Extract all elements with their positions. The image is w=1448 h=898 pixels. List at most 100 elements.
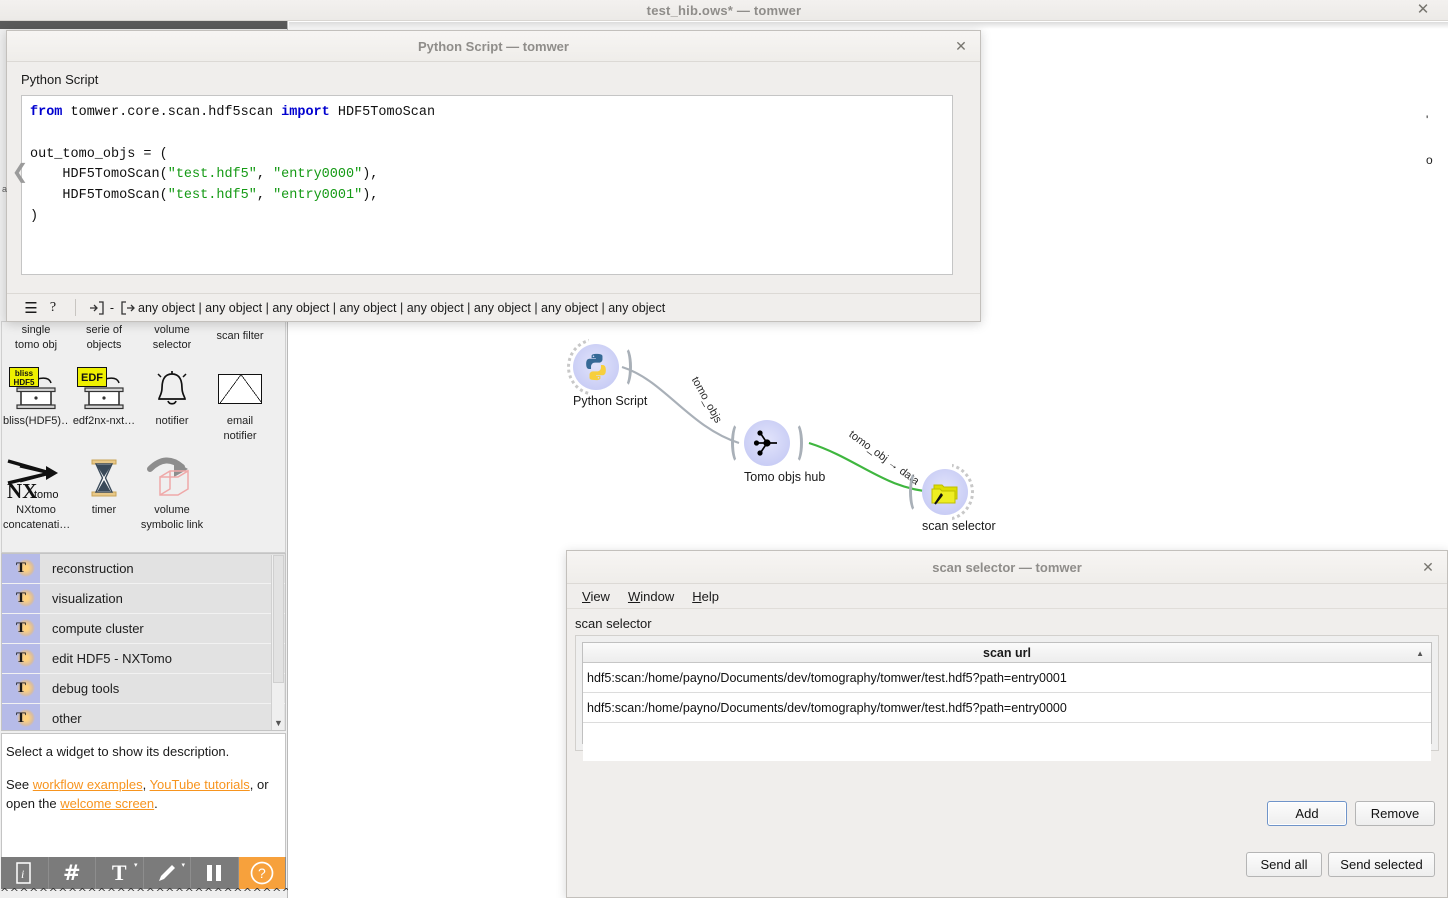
menu-view[interactable]: View	[573, 586, 619, 607]
edge-label-tomo-objs: tomo_objs	[688, 374, 724, 426]
code-token: "entry0001"	[273, 188, 363, 204]
widget-nxtomo-concatenate[interactable]: NX tomo NXtomo concatenati…	[2, 454, 70, 531]
widget-label: scan filter	[216, 330, 264, 342]
widget-description-pane: Select a widget to show its description.…	[1, 733, 286, 876]
widget-single-tomo-obj[interactable]: single tomo obj	[2, 322, 70, 351]
table-row[interactable]: hdf5:scan:/home/payno/Documents/dev/tomo…	[583, 693, 1431, 723]
scrollbar-thumb[interactable]	[273, 555, 284, 683]
sidebar-item-reconstruction[interactable]: T reconstruction	[2, 554, 285, 584]
collapse-sidebar-chevron-icon[interactable]: ❮	[8, 151, 32, 191]
input-signal-icon[interactable]	[86, 300, 106, 315]
pause-icon[interactable]	[191, 857, 239, 889]
widget-label: selector	[152, 338, 192, 351]
sidebar-item-other[interactable]: T other	[2, 704, 285, 730]
node-tomo-objs-hub[interactable]: Tomo objs hub	[731, 420, 825, 484]
scan-selector-node-circle[interactable]	[909, 463, 974, 521]
signal-flow-text: any object | any object | any object | a…	[138, 300, 666, 315]
grid-glyph: #	[62, 861, 81, 885]
link-welcome-screen[interactable]: welcome screen	[60, 796, 154, 811]
code-token: "test.hdf5"	[167, 167, 257, 183]
node-output-bracket[interactable]	[618, 346, 632, 388]
node-output-bracket[interactable]	[789, 422, 803, 464]
reconstruction-icon: T	[2, 554, 40, 583]
scroll-down-arrow-icon[interactable]: ▼	[272, 717, 285, 730]
menu-hamburger-icon[interactable]: ☰	[21, 299, 41, 317]
code-token: tomwer.core.scan.hdf5scan	[62, 105, 282, 120]
edf-tag: EDF	[77, 367, 107, 387]
widget-timer[interactable]: timer	[70, 454, 138, 531]
table-empty-area[interactable]	[583, 723, 1431, 761]
chevron-down-icon[interactable]: ▾	[134, 861, 138, 869]
close-icon[interactable]: ✕	[1406, 0, 1440, 21]
code-token: HDF5TomoScan(	[30, 167, 168, 183]
add-button[interactable]: Add	[1267, 801, 1347, 826]
sidebar-item-label: edit HDF5 - NXTomo	[52, 651, 172, 666]
table-row[interactable]: hdf5:scan:/home/payno/Documents/dev/tomo…	[583, 663, 1431, 693]
description-line2: See workflow examples, YouTube tutorials…	[6, 775, 281, 813]
widget-label: bliss(HDF5)…	[3, 415, 69, 427]
node-scan-selector[interactable]: scan selector	[909, 463, 996, 533]
cat-glyph: T	[15, 560, 26, 576]
help-icon[interactable]: ?	[238, 857, 286, 889]
sidebar-item-edit-hdf5-nxtomo[interactable]: T edit HDF5 - NXTomo	[2, 644, 285, 674]
widget-icon-grid: single tomo obj serie of objects volume …	[1, 321, 286, 553]
grid-icon[interactable]: #	[48, 857, 96, 889]
sidebar-item-compute-cluster[interactable]: T compute cluster	[2, 614, 285, 644]
category-scrollbar[interactable]: ▼	[271, 555, 285, 730]
python-dialog-statusbar: ☰ ? - any object | any object | any obje…	[7, 293, 980, 321]
widget-scan-filter[interactable]: scan filter	[206, 322, 274, 351]
node-input-bracket[interactable]	[909, 471, 923, 513]
python-code-editor[interactable]: from tomwer.core.scan.hdf5scan import HD…	[21, 95, 953, 275]
remove-button[interactable]: Remove	[1355, 801, 1435, 826]
menu-help[interactable]: Help	[683, 586, 728, 607]
code-token: "entry0000"	[273, 167, 363, 183]
node-input-bracket[interactable]	[731, 422, 745, 464]
widget-volume-selector[interactable]: volume selector	[138, 322, 206, 351]
see-prefix: See	[6, 777, 33, 792]
text-tool-icon[interactable]: T ▾	[96, 857, 144, 889]
chevron-down-icon[interactable]: ▾	[181, 861, 185, 869]
widget-volume-symbolic-link[interactable]: volume symbolic link	[138, 454, 206, 531]
python-dialog-title: Python Script — tomwer	[418, 39, 569, 54]
sidebar-item-debug-tools[interactable]: T debug tools	[2, 674, 285, 704]
cat-glyph: T	[15, 590, 26, 606]
link-youtube-tutorials[interactable]: YouTube tutorials	[150, 777, 250, 792]
hub-node-circle[interactable]	[731, 420, 803, 466]
sidebar-bottom-toolbar: i # T ▾ ▾ ?	[1, 857, 286, 889]
nxtomo-concatenate-icon: NX tomo	[7, 459, 58, 501]
send-all-button[interactable]: Send all	[1246, 852, 1322, 877]
link-workflow-examples[interactable]: workflow examples	[33, 777, 143, 792]
widget-serie-of-objects[interactable]: serie of objects	[70, 322, 138, 351]
widget-email-notifier[interactable]: email notifier	[206, 365, 274, 442]
info-icon[interactable]: i	[1, 857, 49, 889]
add-remove-button-row: Add Remove	[1267, 801, 1435, 826]
menu-help-mnemonic: H	[692, 588, 702, 604]
python-node-circle[interactable]	[567, 338, 632, 396]
code-token: HDF5TomoScan	[329, 105, 436, 120]
close-icon[interactable]: ✕	[1417, 557, 1439, 578]
menu-window[interactable]: Window	[619, 586, 683, 607]
scan-selector-section-label: scan selector	[575, 616, 652, 631]
output-signal-icon[interactable]	[118, 300, 138, 315]
close-icon[interactable]: ✕	[950, 36, 972, 57]
python-dialog-titlebar[interactable]: Python Script — tomwer ✕	[7, 31, 980, 62]
hub-icon	[753, 430, 777, 456]
pen-tool-icon[interactable]: ▾	[143, 857, 191, 889]
widget-label: objects	[86, 338, 122, 351]
sort-ascending-icon[interactable]: ▲	[1416, 649, 1424, 658]
help-question-icon[interactable]: ?	[41, 300, 65, 316]
scan-url-column-header[interactable]: scan url ▲	[583, 643, 1431, 663]
widget-bliss-hdf5[interactable]: bliss HDF5 bliss(HDF5)…	[2, 365, 70, 442]
widget-edf2nx[interactable]: EDF edf2nx-nxt…	[70, 365, 138, 442]
statusbar-dash: -	[109, 300, 115, 315]
widget-notifier[interactable]: notifier	[138, 365, 206, 442]
send-selected-button[interactable]: Send selected	[1328, 852, 1435, 877]
scan-selector-titlebar[interactable]: scan selector — tomwer ✕	[567, 551, 1447, 584]
python-script-heading: Python Script	[21, 72, 99, 87]
node-python-script[interactable]: Python Script	[567, 338, 647, 408]
sidebar-search-bar[interactable]	[0, 21, 287, 29]
send-button-row: Send all Send selected	[1246, 852, 1435, 877]
cat-glyph: T	[15, 710, 26, 726]
debug-tools-icon: T	[2, 674, 40, 703]
sidebar-item-visualization[interactable]: T visualization	[2, 584, 285, 614]
